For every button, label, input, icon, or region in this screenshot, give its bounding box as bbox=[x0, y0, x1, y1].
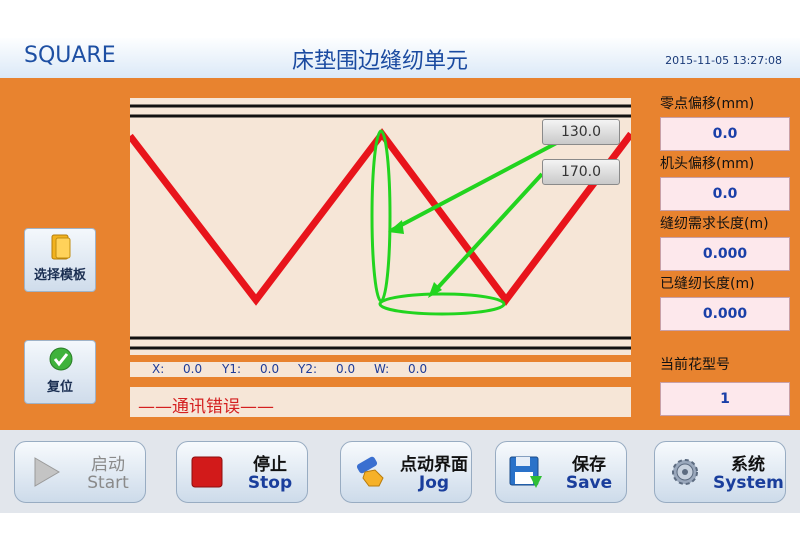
y2-label: Y2: bbox=[298, 362, 318, 376]
sewn-length-label: 已缝纫长度(m) bbox=[660, 276, 755, 292]
save-button[interactable]: 保存 Save bbox=[495, 441, 627, 503]
guide-ellipse-vertical bbox=[370, 129, 392, 303]
save-label-en: Save bbox=[565, 473, 613, 493]
required-length-label: 缝纫需求长度(m) bbox=[660, 216, 769, 232]
coordinate-readout: X: 0.0 Y1: 0.0 Y2: 0.0 W: 0.0 bbox=[130, 362, 631, 377]
sewing-preview: 130.0 170.0 bbox=[130, 98, 631, 355]
zero-offset-label: 零点偏移(mm) bbox=[660, 96, 755, 112]
start-button[interactable]: 启动 Start bbox=[14, 441, 146, 503]
head-offset-field[interactable]: 0.0 bbox=[660, 177, 790, 211]
hand-pointer-icon bbox=[356, 456, 384, 487]
play-icon bbox=[34, 457, 60, 487]
stop-icon bbox=[191, 456, 223, 488]
status-message: ——通讯错误—— bbox=[138, 397, 274, 417]
x-value: 0.0 bbox=[183, 362, 203, 376]
select-template-label: 选择模板 bbox=[33, 268, 86, 283]
required-length-field[interactable]: 0.000 bbox=[660, 237, 790, 271]
pattern-number-field[interactable]: 1 bbox=[660, 382, 790, 416]
pattern-number-label: 当前花型号 bbox=[660, 357, 730, 373]
app-window: SQUARE 床垫围边缝纫单元 2015-11-05 13:27:08 选择模板… bbox=[0, 0, 800, 533]
start-label-cn: 启动 bbox=[91, 455, 125, 475]
zero-offset-field[interactable]: 0.0 bbox=[660, 117, 790, 151]
folder-icon bbox=[51, 234, 71, 260]
jog-label-cn: 点动界面 bbox=[400, 455, 468, 475]
w-label: W: bbox=[374, 362, 390, 376]
stop-button[interactable]: 停止 Stop bbox=[176, 441, 308, 503]
system-label-en: System bbox=[713, 473, 784, 493]
y1-label: Y1: bbox=[222, 362, 242, 376]
checkmark-icon bbox=[49, 347, 73, 371]
status-message-bar: ——通讯错误—— bbox=[130, 387, 631, 417]
gear-icon bbox=[672, 459, 698, 485]
select-template-button[interactable]: 选择模板 bbox=[24, 228, 96, 292]
floppy-disk-icon bbox=[509, 456, 542, 488]
start-label-en: Start bbox=[87, 473, 129, 493]
brand-logo: SQUARE bbox=[24, 43, 116, 68]
jog-label-en: Jog bbox=[418, 473, 450, 493]
guide-ellipse-horizontal bbox=[378, 292, 506, 316]
header-bar: SQUARE 床垫围边缝纫单元 2015-11-05 13:27:08 bbox=[0, 38, 800, 78]
reset-button[interactable]: 复位 bbox=[24, 340, 96, 404]
reset-label: 复位 bbox=[46, 380, 73, 395]
system-label-cn: 系统 bbox=[731, 455, 765, 475]
w-value: 0.0 bbox=[408, 362, 428, 376]
dimension-tag-b: 170.0 bbox=[542, 159, 620, 185]
sewn-length-field: 0.000 bbox=[660, 297, 790, 331]
dimension-tag-a: 130.0 bbox=[542, 119, 620, 145]
y1-value: 0.0 bbox=[260, 362, 280, 376]
x-label: X: bbox=[152, 362, 165, 376]
datetime-display: 2015-11-05 13:27:08 bbox=[665, 54, 782, 67]
page-title: 床垫围边缝纫单元 bbox=[291, 49, 468, 74]
system-button[interactable]: 系统 System bbox=[654, 441, 786, 503]
stop-label-en: Stop bbox=[247, 473, 293, 493]
head-offset-label: 机头偏移(mm) bbox=[660, 156, 755, 172]
stop-label-cn: 停止 bbox=[253, 455, 287, 475]
save-label-cn: 保存 bbox=[572, 455, 606, 475]
y2-value: 0.0 bbox=[336, 362, 356, 376]
jog-button[interactable]: 点动界面 Jog bbox=[340, 441, 472, 503]
